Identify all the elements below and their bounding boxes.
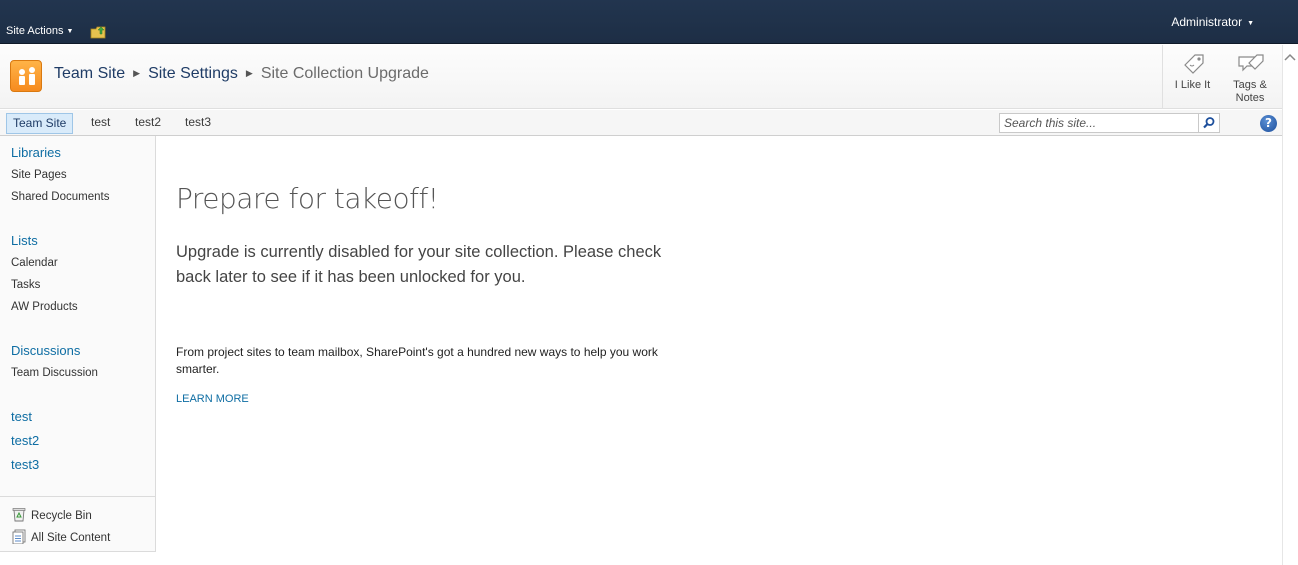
topnav-test[interactable]: test [85, 113, 116, 134]
nav-item-calendar[interactable]: Calendar [11, 257, 58, 269]
recycle-bin-label: Recycle Bin [31, 510, 92, 522]
nav-site-test2[interactable]: test2 [11, 433, 39, 448]
top-navigation: Team Site test test2 test3 Search this s… [0, 110, 1282, 136]
scroll-up-icon[interactable] [1284, 52, 1296, 68]
tags-notes-label-line1: Tags & [1233, 79, 1267, 91]
recycle-bin-link[interactable]: Recycle Bin [12, 507, 92, 522]
nav-item-aw-products[interactable]: AW Products [11, 301, 78, 313]
breadcrumb: Team Site ▶ Site Settings ▶ Site Collection … [54, 65, 429, 83]
vertical-scrollbar[interactable] [1282, 45, 1298, 565]
caret-down-icon: ▼ [66, 28, 74, 35]
upgrade-status-message: Upgrade is currently disabled for your s… [176, 243, 662, 286]
all-site-content-link[interactable]: All Site Content [12, 529, 111, 545]
tags-notes-label-line2: Notes [1235, 92, 1265, 104]
all-site-content-label: All Site Content [31, 532, 111, 544]
nav-site-test3[interactable]: test3 [11, 457, 39, 472]
nav-site-test[interactable]: test [11, 409, 32, 424]
top-ribbon-bar: Site Actions ▼ Administrator ▼ [0, 0, 1298, 44]
breadcrumb-separator-icon: ▶ [133, 68, 141, 78]
tags-notes-button[interactable]: Tags & Notes [1220, 45, 1280, 109]
learn-more-link[interactable]: LEARN MORE [176, 393, 249, 405]
nav-heading-discussions[interactable]: Discussions [11, 343, 80, 358]
i-like-it-button[interactable]: I Like It [1162, 45, 1222, 109]
site-actions-menu[interactable]: Site Actions ▼ [6, 25, 73, 37]
search-button[interactable] [1199, 113, 1220, 133]
search-icon [1203, 117, 1215, 129]
nav-item-team-discussion[interactable]: Team Discussion [11, 367, 98, 379]
help-icon[interactable]: ? [1260, 115, 1277, 132]
nav-heading-libraries[interactable]: Libraries [11, 145, 61, 160]
page-headline: Prepare for takeoff! [176, 182, 439, 215]
caret-down-icon: ▼ [1247, 20, 1254, 27]
promo-text: From project sites to team mailbox, Shar… [176, 345, 658, 376]
user-menu[interactable]: Administrator ▼ [1171, 15, 1254, 29]
title-area: Team Site ▶ Site Settings ▶ Site Collection … [0, 45, 1282, 109]
topnav-team-site[interactable]: Team Site [6, 113, 74, 134]
folder-up-icon[interactable] [90, 25, 106, 39]
nav-item-tasks[interactable]: Tasks [11, 279, 40, 291]
site-actions-label: Site Actions [6, 25, 64, 37]
breadcrumb-current-page: Site Collection Upgrade [260, 65, 429, 82]
breadcrumb-site-settings[interactable]: Site Settings [148, 65, 238, 82]
breadcrumb-team-site[interactable]: Team Site [54, 65, 125, 82]
i-like-it-label: I Like It [1174, 79, 1211, 91]
tags-notes-icon [1238, 54, 1264, 72]
breadcrumb-separator-icon: ▶ [245, 68, 253, 78]
nav-item-shared-documents[interactable]: Shared Documents [11, 191, 109, 203]
nav-heading-lists[interactable]: Lists [11, 233, 38, 248]
user-name: Administrator [1171, 15, 1243, 29]
topnav-test2[interactable]: test2 [129, 113, 167, 134]
topnav-test3[interactable]: test3 [179, 113, 217, 134]
like-tag-icon [1183, 54, 1204, 74]
recycle-bin-icon [12, 508, 26, 522]
search-input[interactable]: Search this site... [999, 113, 1199, 133]
quick-launch: Libraries Site Pages Shared Documents Li… [0, 136, 156, 552]
quick-launch-footer: Recycle Bin All Site Content [0, 496, 155, 552]
nav-item-site-pages[interactable]: Site Pages [11, 169, 67, 181]
all-content-icon [12, 529, 26, 545]
site-logo-icon[interactable] [10, 60, 42, 92]
